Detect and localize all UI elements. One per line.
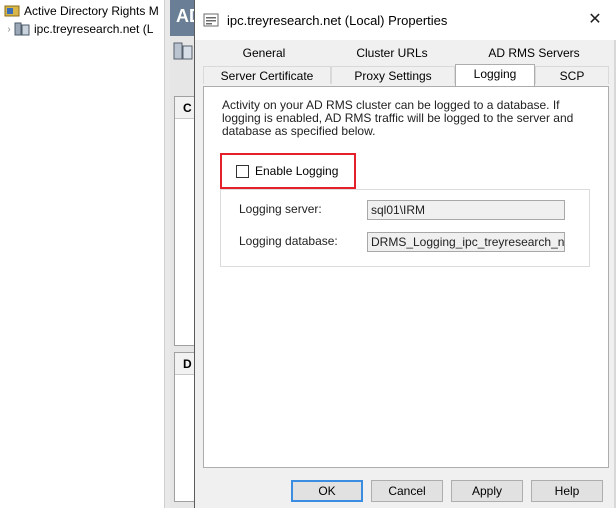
enable-logging-label[interactable]: Enable Logging — [255, 164, 338, 178]
tab-scp[interactable]: SCP — [535, 66, 609, 84]
logging-settings-group: Logging server: sql01\IRM Logging databa… — [220, 189, 590, 267]
tab-server-certificate[interactable]: Server Certificate — [203, 66, 331, 84]
apply-button[interactable]: Apply — [451, 480, 523, 502]
logging-server-label: Logging server: — [239, 202, 322, 216]
enable-logging-checkbox[interactable] — [236, 164, 249, 178]
tab-proxy-settings[interactable]: Proxy Settings — [331, 66, 455, 84]
cluster-icon — [14, 22, 30, 36]
close-icon[interactable]: ✕ — [577, 6, 613, 34]
logging-tab-page: Activity on your AD RMS cluster can be l… — [203, 86, 609, 468]
cancel-button[interactable]: Cancel — [371, 480, 443, 502]
tab-general[interactable]: General — [203, 44, 325, 62]
rms-console-icon — [4, 4, 20, 18]
tree-item-root-label: Active Directory Rights M — [24, 4, 159, 18]
help-button[interactable]: Help — [531, 480, 603, 502]
properties-dialog: ipc.treyresearch.net (Local) Properties … — [194, 0, 616, 508]
dialog-title: ipc.treyresearch.net (Local) Properties — [227, 13, 448, 28]
chevron-right-icon[interactable]: › — [4, 24, 14, 35]
dialog-titlebar[interactable]: ipc.treyresearch.net (Local) Properties … — [195, 0, 616, 40]
enable-logging-option[interactable]: Enable Logging — [236, 164, 338, 178]
tree-item-cluster[interactable]: › ipc.treyresearch.net (L — [4, 20, 153, 38]
ok-button[interactable]: OK — [291, 480, 363, 502]
tree-item-cluster-label: ipc.treyresearch.net (L — [34, 22, 154, 36]
tab-logging[interactable]: Logging — [455, 64, 535, 86]
properties-icon — [203, 12, 219, 28]
logging-server-field[interactable]: sql01\IRM — [367, 200, 565, 220]
logging-database-field[interactable]: DRMS_Logging_ipc_treyresearch_net_4 — [367, 232, 565, 252]
tab-ad-rms-servers[interactable]: AD RMS Servers — [459, 44, 609, 62]
tab-strip: General Cluster URLs AD RMS Servers Serv… — [203, 44, 609, 88]
console-tree: Active Directory Rights M › ipc.treyrese… — [0, 0, 170, 508]
tree-item-root[interactable]: Active Directory Rights M — [4, 2, 159, 20]
tab-cluster-urls[interactable]: Cluster URLs — [325, 44, 459, 62]
logging-description: Activity on your AD RMS cluster can be l… — [222, 98, 574, 138]
server-icon — [172, 40, 194, 62]
logging-database-label: Logging database: — [239, 234, 338, 248]
